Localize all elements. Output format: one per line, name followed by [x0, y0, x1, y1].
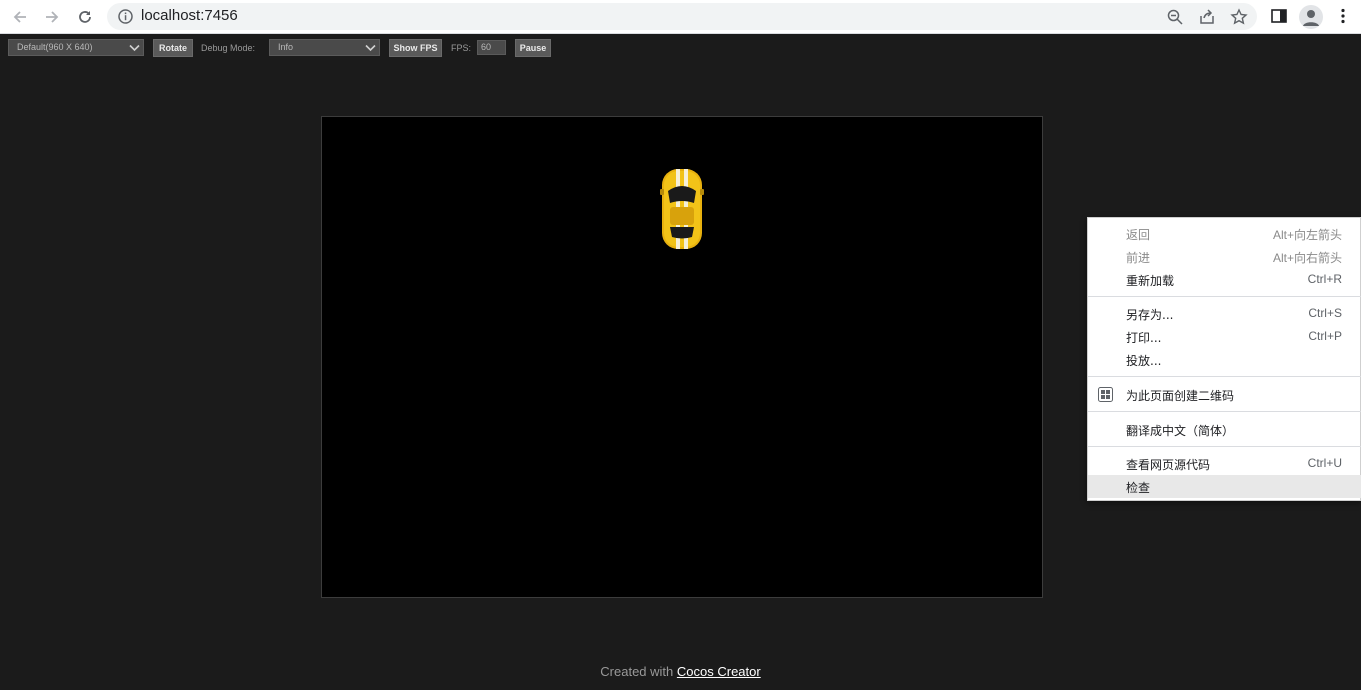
- qr-code-icon: [1098, 387, 1113, 402]
- show-fps-button[interactable]: Show FPS: [389, 39, 442, 57]
- menu-item-label: 投放...: [1126, 354, 1162, 368]
- menu-item-shortcut: Ctrl+S: [1308, 306, 1342, 320]
- forward-button[interactable]: [40, 5, 64, 29]
- side-panel-icon[interactable]: [1270, 7, 1288, 25]
- bookmark-star-icon[interactable]: [1230, 8, 1248, 26]
- menu-item-translate[interactable]: 翻译成中文（简体）: [1088, 418, 1361, 441]
- menu-item-qr-code[interactable]: 为此页面创建二维码: [1088, 383, 1361, 406]
- chevron-down-icon: [129, 44, 140, 52]
- pause-button[interactable]: Pause: [515, 39, 551, 57]
- menu-item-label: 查看网页源代码: [1126, 458, 1211, 472]
- footer-prefix: Created with: [600, 664, 674, 679]
- resolution-value: Default(960 X 640): [17, 42, 93, 52]
- menu-item-label: 前进: [1126, 251, 1151, 265]
- cocos-toolbar: Default(960 X 640) Rotate Debug Mode: In…: [0, 35, 1361, 61]
- menu-item-reload[interactable]: 重新加载 Ctrl+R: [1088, 268, 1361, 291]
- url-text[interactable]: localhost:7456: [141, 7, 238, 24]
- menu-item-view-source[interactable]: 查看网页源代码 Ctrl+U: [1088, 452, 1361, 475]
- zoom-icon[interactable]: [1166, 8, 1184, 26]
- menu-item-label: 检查: [1126, 481, 1151, 495]
- menu-item-save-as[interactable]: 另存为... Ctrl+S: [1088, 302, 1361, 325]
- footer: Created with Cocos Creator: [0, 664, 1361, 679]
- menu-item-shortcut: Alt+向左箭头: [1272, 228, 1342, 242]
- debug-mode-value: Info: [278, 42, 294, 52]
- menu-item-print[interactable]: 打印... Ctrl+P: [1088, 325, 1361, 348]
- menu-item-cast[interactable]: 投放...: [1088, 348, 1361, 371]
- menu-item-back[interactable]: 返回 Alt+向左箭头: [1088, 222, 1361, 245]
- resolution-select[interactable]: Default(960 X 640): [8, 39, 144, 56]
- address-bar[interactable]: localhost:7456: [107, 3, 1257, 30]
- menu-item-shortcut: Ctrl+U: [1307, 456, 1342, 470]
- menu-item-shortcut: Alt+向右箭头: [1272, 251, 1342, 265]
- arrow-left-icon: [13, 11, 26, 23]
- debug-mode-label: Debug Mode:: [201, 43, 256, 53]
- rotate-button[interactable]: Rotate: [153, 39, 193, 57]
- menu-item-label: 另存为...: [1126, 308, 1174, 322]
- menu-separator: [1088, 376, 1361, 377]
- menu-item-label: 返回: [1126, 228, 1151, 242]
- reload-icon: [79, 11, 91, 23]
- menu-item-shortcut: Ctrl+R: [1307, 272, 1342, 286]
- cocos-creator-link[interactable]: Cocos Creator: [677, 664, 761, 679]
- menu-separator: [1088, 411, 1361, 412]
- fps-label: FPS:: [451, 43, 472, 53]
- menu-separator: [1088, 446, 1361, 447]
- debug-mode-select[interactable]: Info: [269, 39, 380, 56]
- reload-button[interactable]: [73, 5, 97, 29]
- more-menu-icon[interactable]: [1334, 7, 1352, 25]
- context-menu: 返回 Alt+向左箭头 前进 Alt+向右箭头 重新加载 Ctrl+R 另存为.…: [1087, 217, 1361, 501]
- menu-item-inspect[interactable]: 检查: [1088, 475, 1361, 498]
- arrow-right-icon: [46, 11, 59, 23]
- fps-input[interactable]: 60: [477, 40, 506, 55]
- profile-avatar[interactable]: [1299, 5, 1323, 29]
- menu-item-forward[interactable]: 前进 Alt+向右箭头: [1088, 245, 1361, 268]
- menu-item-label: 打印...: [1126, 331, 1162, 345]
- site-info-icon[interactable]: [117, 8, 134, 25]
- menu-item-label: 重新加载: [1126, 274, 1175, 288]
- share-icon[interactable]: [1198, 8, 1216, 26]
- menu-item-label: 翻译成中文（简体）: [1126, 424, 1235, 438]
- yellow-car-sprite: [660, 169, 704, 249]
- menu-item-shortcut: Ctrl+P: [1308, 329, 1342, 343]
- person-icon: [1303, 10, 1319, 26]
- game-canvas[interactable]: [321, 116, 1043, 598]
- menu-separator: [1088, 296, 1361, 297]
- browser-toolbar: localhost:7456: [0, 0, 1361, 34]
- back-button[interactable]: [8, 5, 32, 29]
- chevron-down-icon: [365, 44, 376, 52]
- menu-item-label: 为此页面创建二维码: [1126, 389, 1235, 403]
